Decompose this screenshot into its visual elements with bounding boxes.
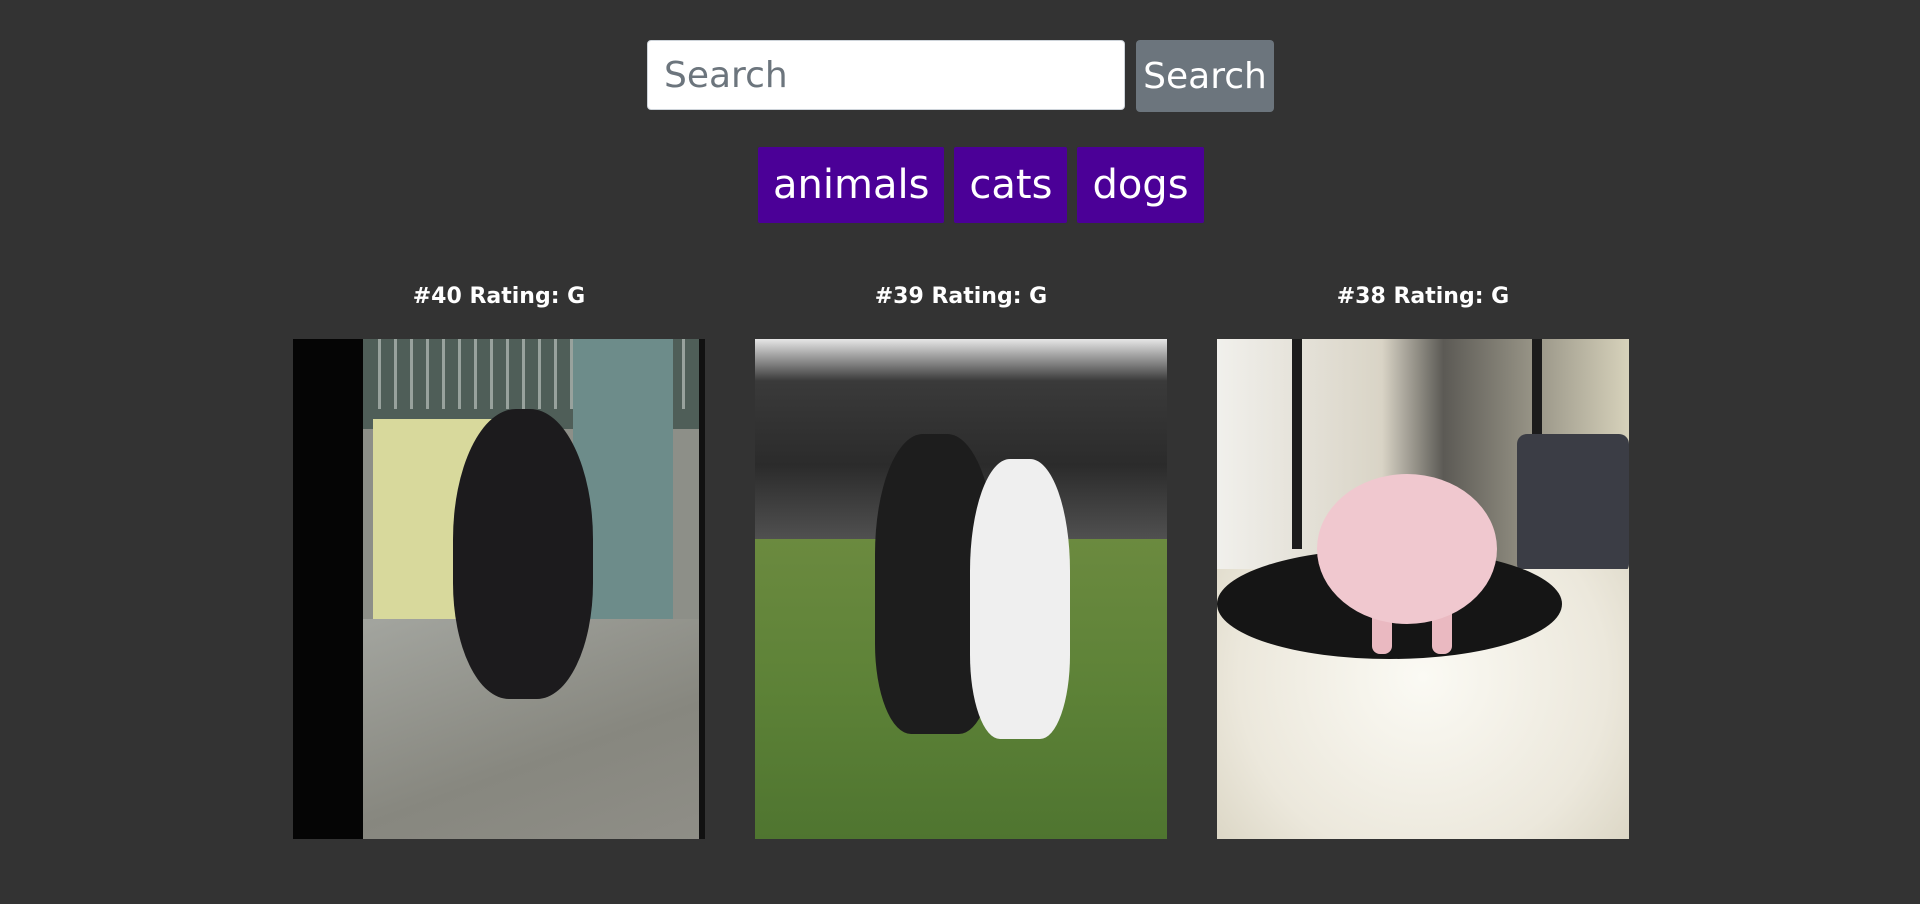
tag-button-animals[interactable]: animals [758,147,945,223]
gif-caption: #38 Rating: G [1336,284,1510,309]
gif-image-pig-and-cat[interactable] [1217,339,1629,839]
gif-image-dogs[interactable] [755,339,1167,839]
gif-card: #38 Rating: G [1217,282,1629,839]
gif-image-gorilla[interactable] [293,339,705,839]
gif-card: #40 Rating: G [293,282,705,839]
gif-caption: #40 Rating: G [412,284,586,309]
gif-card: #39 Rating: G [755,282,1167,839]
gif-caption: #39 Rating: G [874,284,1048,309]
tag-button-cats[interactable]: cats [954,147,1068,223]
gif-results: #40 Rating: G #39 Rating: G #38 Rating: … [293,282,1629,839]
tag-button-dogs[interactable]: dogs [1077,147,1204,223]
tag-buttons: animals cats dogs [758,147,1204,223]
search-input[interactable] [647,40,1125,110]
search-button[interactable]: Search [1136,40,1274,112]
search-bar: Search [647,40,1274,112]
